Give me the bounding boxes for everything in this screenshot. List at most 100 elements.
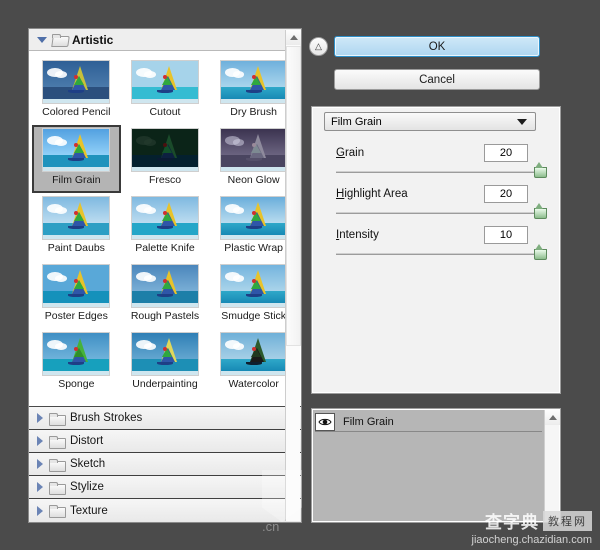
filter-thumbnail[interactable]: Sponge (32, 329, 121, 397)
filter-browser-panel: Artistic Colored Pencil Cutout Dry Brush Fi… (28, 28, 302, 523)
slider-label: Intensity (336, 229, 379, 241)
watermark-ghost-text: .cn (262, 519, 280, 534)
filter-thumbnail[interactable]: Cutout (121, 57, 210, 125)
category-row[interactable]: Brush Strokes (29, 407, 301, 430)
layer-scroll-up-button[interactable] (545, 410, 560, 425)
filter-thumbnail[interactable]: Colored Pencil (32, 57, 121, 125)
cancel-button-label: Cancel (419, 73, 455, 86)
category-row[interactable]: Sketch (29, 453, 301, 476)
filter-thumbnail-label: Colored Pencil (42, 106, 111, 118)
triangle-right-icon[interactable] (37, 482, 43, 492)
slider-label: Grain (336, 147, 365, 159)
triangle-down-icon[interactable] (37, 36, 47, 43)
filter-preview-image (219, 264, 288, 308)
filter-thumbnail-label: Cutout (149, 106, 181, 118)
filter-thumbnail[interactable]: Rough Pastels (121, 261, 210, 329)
collapse-panel-button[interactable]: △ (309, 37, 328, 56)
filter-thumbnail-grid: Colored Pencil Cutout Dry Brush Film Grain F… (29, 51, 301, 406)
cancel-button[interactable]: Cancel (334, 69, 540, 90)
filter-select-value: Film Grain (331, 115, 382, 128)
category-header-artistic[interactable]: Artistic (29, 29, 301, 51)
folder-icon (49, 481, 66, 495)
filter-thumbnail-label: Underpainting (132, 378, 198, 390)
collapsed-category-list: Brush Strokes Distort Sketch Stylize Texture (29, 406, 301, 522)
slider-track[interactable] (336, 162, 547, 178)
slider-thumb[interactable] (534, 162, 547, 178)
chevron-down-icon (517, 118, 527, 125)
filter-thumbnail[interactable]: Palette Knife (121, 193, 210, 261)
collapse-chevrons-icon: △ (315, 41, 322, 51)
filter-thumbnail[interactable]: Fresco (121, 125, 210, 193)
filter-thumbnail-label: Neon Glow (227, 174, 280, 186)
filter-preview-image (130, 332, 199, 376)
filter-thumbnail-label: Rough Pastels (130, 310, 200, 322)
filter-preview-image (219, 196, 288, 240)
category-label: Brush Strokes (70, 412, 143, 424)
filter-list-scrollbar[interactable] (285, 30, 301, 521)
filter-thumbnail[interactable]: Underpainting (121, 329, 210, 397)
filter-preview-image (219, 128, 288, 172)
category-title: Artistic (72, 32, 114, 47)
category-row[interactable]: Distort (29, 430, 301, 453)
triangle-right-icon[interactable] (37, 436, 43, 446)
category-label: Distort (70, 435, 104, 447)
effect-layers-panel: Film Grain (311, 408, 561, 523)
slider-track[interactable] (336, 244, 547, 260)
filter-thumbnail-label: Film Grain (52, 174, 101, 186)
category-row[interactable]: Stylize (29, 476, 301, 499)
scrollbar-thumb[interactable] (286, 46, 301, 346)
scroll-up-button[interactable] (286, 30, 301, 45)
slider-track[interactable] (336, 203, 547, 219)
folder-icon (49, 435, 66, 449)
slider-thumb[interactable] (534, 203, 547, 219)
filter-preview-image (42, 264, 111, 308)
eye-glyph (318, 418, 332, 425)
triangle-right-icon[interactable] (37, 413, 43, 423)
filter-preview-image (219, 60, 288, 104)
eye-icon[interactable] (315, 412, 335, 431)
filter-thumbnail-label: Fresco (148, 174, 182, 186)
filter-preview-image (42, 196, 111, 240)
filter-preview-image (219, 332, 288, 376)
folder-icon (49, 412, 66, 426)
filter-preview-image (130, 264, 199, 308)
slider-value-field[interactable]: 10 (484, 226, 528, 244)
slider-value-field[interactable]: 20 (484, 144, 528, 162)
category-label: Texture (70, 504, 108, 517)
slider-value-field[interactable]: 20 (484, 185, 528, 203)
ok-button[interactable]: OK (334, 36, 540, 57)
filter-thumbnail[interactable]: Paint Daubs (32, 193, 121, 261)
filter-preview-image (42, 60, 111, 104)
filter-thumbnail-label: Smudge Stick (221, 310, 287, 322)
filter-preview-image (42, 332, 111, 376)
folder-icon (49, 458, 66, 472)
filter-thumbnail-label: Poster Edges (44, 310, 108, 322)
arrow-up-icon (289, 35, 298, 40)
filter-thumbnail-label: Paint Daubs (47, 242, 105, 254)
filter-thumbnail-label: Palette Knife (135, 242, 195, 254)
filter-preview-image (130, 128, 199, 172)
filter-thumbnail-label: Plastic Wrap (224, 242, 284, 254)
filter-select-dropdown[interactable]: Film Grain (324, 112, 536, 131)
filter-scroll-area: Artistic Colored Pencil Cutout Dry Brush Fi… (29, 29, 301, 406)
triangle-right-icon[interactable] (37, 505, 43, 516)
filter-settings-panel: Film Grain Grain 20 Highlight Area 20 Intens… (311, 106, 561, 394)
folder-open-icon (52, 34, 67, 45)
slider-thumb[interactable] (534, 244, 547, 260)
triangle-right-icon[interactable] (37, 459, 43, 469)
layer-panel-scrollbar[interactable] (544, 410, 560, 521)
layer-row[interactable]: Film Grain (315, 412, 542, 432)
category-label: Sketch (70, 458, 106, 470)
filter-thumbnail-label: Watercolor (228, 378, 279, 390)
slider-label: Highlight Area (336, 188, 408, 200)
layer-name: Film Grain (343, 415, 394, 428)
category-label: Stylize (70, 481, 104, 493)
folder-icon (49, 505, 66, 518)
filter-preview-image (130, 60, 199, 104)
ok-button-label: OK (428, 40, 446, 53)
filter-thumbnail[interactable]: Film Grain (32, 125, 121, 193)
filter-thumbnail-label: Dry Brush (230, 106, 277, 118)
filter-thumbnail[interactable]: Poster Edges (32, 261, 121, 329)
category-row[interactable]: Texture (29, 499, 301, 522)
watermark-url: jiaocheng.chazidian.com (471, 534, 592, 546)
